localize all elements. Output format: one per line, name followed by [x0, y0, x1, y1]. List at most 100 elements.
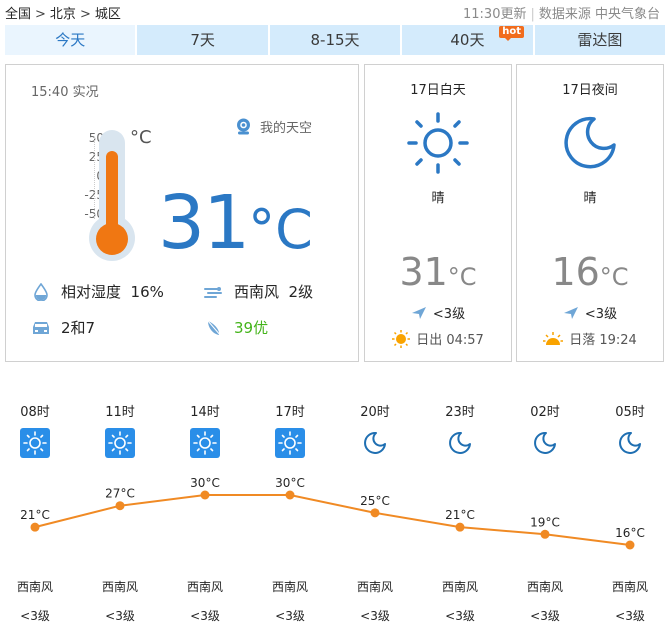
humidity-info: 相对湿度 16% — [30, 281, 164, 302]
thermometer-mercury — [106, 151, 118, 234]
divider: | — [530, 7, 535, 22]
daytime-forecast-panel: 17日白天 晴 31°C <3级 日出 04:57 — [364, 64, 512, 362]
tab-radar[interactable]: 雷达图 — [534, 25, 666, 55]
temperature-label: 21°C — [20, 508, 50, 522]
night-temperature-unit: °C — [599, 263, 629, 291]
temperature-label: 27°C — [105, 487, 135, 501]
hour-wind: 西南风 <3级 — [90, 578, 150, 624]
temperature-label: 25°C — [360, 494, 390, 508]
hour-time: 20时 — [360, 405, 390, 420]
temperature-point — [455, 522, 465, 532]
moon-icon — [530, 428, 560, 458]
day-description: 晴 — [431, 191, 445, 206]
sunrise-info: 日出 04:57 — [365, 329, 511, 348]
temperature-point — [370, 508, 380, 518]
wind-direction-arrow-icon — [563, 306, 578, 319]
night-temperature-value: 16 — [551, 250, 600, 294]
night-temperature: 16°C — [517, 250, 663, 299]
humidity-value: 相对湿度 16% — [61, 283, 164, 301]
wind-direction: 西南风 — [526, 580, 563, 594]
sunset-info: 日落 19:24 — [517, 329, 663, 348]
hot-badge: hot — [499, 26, 524, 41]
wind-direction: 西南风 — [356, 580, 393, 594]
day-temperature-value: 31 — [399, 250, 448, 294]
day-date: 17日白天 — [410, 83, 466, 98]
wind-icon — [203, 285, 225, 299]
tab-40-days-label: 40天 — [450, 31, 485, 49]
hour-column: 17时 — [260, 401, 320, 458]
temperature-label: 30°C — [190, 476, 220, 490]
hour-time: 14时 — [190, 405, 220, 420]
hour-wind: 西南风 <3级 — [175, 578, 235, 624]
wind-level: <3级 — [20, 609, 50, 623]
sun-icon — [105, 428, 135, 458]
wind-direction: 西南风 — [16, 580, 53, 594]
hour-time: 05时 — [615, 405, 645, 420]
observation-time: 15:40 实况 — [31, 85, 99, 100]
breadcrumb-separator: > — [79, 7, 91, 22]
moon-icon — [445, 428, 475, 458]
night-date: 17日夜间 — [562, 83, 618, 98]
wind-level: <3级 — [275, 609, 305, 623]
hour-time: 17时 — [275, 405, 305, 420]
webcam-icon — [236, 118, 251, 135]
my-sky-link[interactable]: 我的天空 — [236, 117, 312, 136]
car-icon — [30, 320, 52, 336]
night-wind-level: <3级 — [584, 307, 618, 322]
tab-7-days[interactable]: 7天 — [137, 25, 268, 55]
hour-column: 20时 — [345, 401, 405, 458]
hour-wind: 西南风 <3级 — [515, 578, 575, 624]
tick-marks — [94, 137, 98, 219]
breadcrumb-district: 城区 — [94, 7, 121, 22]
my-sky-label: 我的天空 — [260, 121, 313, 136]
sun-icon — [406, 111, 470, 175]
temperature-point — [115, 501, 125, 511]
night-wind: <3级 — [517, 303, 663, 322]
current-temperature: 31°C — [158, 183, 313, 270]
thermometer: 50 25 0 -25 -50 °C — [64, 127, 154, 261]
hour-time: 23时 — [445, 405, 475, 420]
traffic-restriction-value: 2和7 — [61, 319, 96, 337]
forecast-tabs: 今天 7天 8-15天 40天 hot 雷达图 — [5, 25, 666, 55]
sun-icon — [275, 428, 305, 458]
day-wind-level: <3级 — [432, 307, 466, 322]
day-temperature: 31°C — [365, 250, 511, 299]
wind-level: <3级 — [360, 609, 390, 623]
wind-level: <3级 — [190, 609, 220, 623]
tab-today[interactable]: 今天 — [5, 25, 136, 55]
aqi-value: 39优 — [234, 319, 269, 337]
moon-icon — [615, 428, 645, 458]
hour-column: 11时 — [90, 401, 150, 458]
wind-direction: 西南风 — [611, 580, 648, 594]
breadcrumb-separator: > — [35, 7, 46, 22]
current-temperature-unit: °C — [248, 198, 313, 261]
update-time: 11:30更新 — [463, 7, 527, 22]
water-drop-icon — [30, 282, 52, 301]
moon-icon — [360, 428, 390, 458]
current-temperature-value: 31 — [158, 180, 250, 266]
hour-wind: 西南风 <3级 — [600, 578, 660, 624]
tab-40-days[interactable]: 40天 hot — [402, 25, 533, 55]
night-description: 晴 — [583, 191, 597, 206]
breadcrumb-country[interactable]: 全国 — [5, 7, 31, 22]
day-wind: <3级 — [365, 303, 511, 322]
tab-8-15-days[interactable]: 8-15天 — [269, 25, 401, 55]
breadcrumb: 全国 > 北京 > 城区 — [5, 3, 121, 22]
hour-wind: 西南风 <3级 — [260, 578, 320, 624]
wind-direction: 西南风 — [186, 580, 223, 594]
temperature-point — [200, 490, 210, 500]
aqi-info[interactable]: 39优 — [203, 317, 268, 338]
sunrise-icon — [392, 329, 411, 348]
sun-icon — [190, 428, 220, 458]
hour-column: 14时 — [175, 401, 235, 458]
sunset-time: 日落 19:24 — [569, 333, 637, 348]
temperature-label: 16°C — [615, 526, 645, 540]
thermometer-unit: °C — [130, 127, 152, 148]
hour-wind: 西南风 <3级 — [430, 578, 490, 624]
breadcrumb-city[interactable]: 北京 — [50, 7, 76, 22]
wind-value: 西南风 2级 — [234, 283, 314, 301]
wind-direction: 西南风 — [101, 580, 138, 594]
hour-time: 08时 — [20, 405, 50, 420]
moon-icon — [558, 111, 622, 175]
temperature-label: 19°C — [530, 515, 560, 529]
